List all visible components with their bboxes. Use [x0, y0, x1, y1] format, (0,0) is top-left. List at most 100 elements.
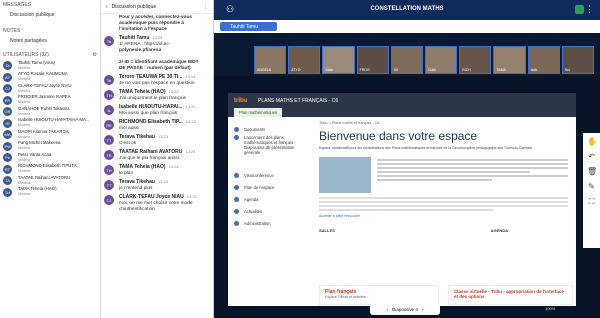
- messages-section-title: MESSAGES: [3, 2, 32, 8]
- user-list-item[interactable]: PR FROGIER Jasmine RAPEA Modéra: [0, 95, 100, 107]
- message-body: TAATAE Raihani AVATORU 13:24 J'ai que le p…: [119, 149, 195, 162]
- webcam-tile[interactable]: Clark: [425, 46, 458, 74]
- webcam-tile[interactable]: FROG: [356, 46, 389, 74]
- site-nav-item[interactable]: Actualités: [230, 205, 310, 217]
- user-text: ATYO Rosalie KAUMUNA Modéra: [18, 72, 68, 82]
- webcam-tile[interactable]: RICH: [459, 46, 492, 74]
- avatar: TR: [104, 150, 114, 160]
- user-text: TAMA Teheia (HAO) Modéra: [18, 187, 57, 197]
- avatar: TH: [104, 90, 114, 100]
- connection-icon: [575, 5, 584, 14]
- text-line: [377, 178, 492, 181]
- webcam-tile[interactable]: Nui: [561, 46, 595, 74]
- message-body: Isabelle HUIOUTU-HAPAI... 13:22 Moi aussi …: [119, 104, 196, 117]
- agenda-card[interactable]: Classe virtuelle - Tribu - appropriation…: [448, 285, 573, 305]
- message-author: CLARK-TEFAU Joyce NIAU: [119, 194, 184, 200]
- message-author: RICHMOND Elisabeth TIP...: [119, 119, 183, 125]
- more-icon[interactable]: ⋮: [203, 4, 208, 10]
- user-list-item[interactable]: TH TAMA Teheia (HAO) Modéra: [0, 187, 100, 199]
- public-chat-item[interactable]: Discussion publique: [0, 10, 100, 20]
- message-header: TAATAE Raihani AVATORU 13:24: [119, 149, 195, 156]
- user-list-item[interactable]: CJ CLARK-TEFAU Joyce NIAU Modéra: [0, 83, 100, 95]
- resource-link[interactable]: Accéder à cette ressource: [319, 214, 568, 218]
- message-text: J'ai uniquement le plan français: [119, 96, 187, 101]
- user-list-item[interactable]: TA TAATAE Raihani AVATORU Modéra: [0, 175, 100, 187]
- message-header: Terava Tikehau 13:23: [119, 134, 168, 141]
- webcam-tile[interactable]: Alain: [322, 46, 355, 74]
- webcam-tile[interactable]: ANGELA: [254, 46, 287, 74]
- user-list-item[interactable]: Pe Peter Vanta Acaa Modéra: [0, 152, 100, 164]
- webcam-tile[interactable]: TAMA: [493, 46, 526, 74]
- nav-label: Plan de l'espace: [244, 184, 275, 190]
- message-text: J'ai que le pla français aussi: [119, 156, 179, 161]
- user-list-item[interactable]: PM Pang Michel Makeena Modéra: [0, 141, 100, 153]
- prev-slide-icon[interactable]: ‹: [387, 307, 389, 312]
- avatar: TT: [104, 135, 114, 145]
- content-block: [319, 156, 568, 193]
- message-body: TAMA Teheia (HAO) 13:22 J'ai uniquement le…: [119, 89, 186, 102]
- message-body: Terava Tikehau 13:23 C'est ok: [119, 134, 168, 147]
- nav-label: Documents: [244, 126, 266, 132]
- shared-notes-item[interactable]: Notes partagées: [0, 36, 100, 46]
- message-author: Isabelle HUIOUTU-HAPAI...: [119, 104, 183, 110]
- site-nav-item[interactable]: Lancement des plans mathématiques et fra…: [230, 135, 310, 169]
- tab-plan-math[interactable]: Plan mathématiques: [234, 108, 283, 117]
- site-nav-item[interactable]: Agenda: [230, 193, 310, 205]
- webcam-label: ANGELA: [257, 68, 272, 72]
- user-list-item[interactable]: MA MAOPI Alamoa TAKAROA Modéra: [0, 129, 100, 141]
- message-time: 13:23: [157, 134, 168, 139]
- webcam-label: FROG: [359, 68, 370, 72]
- site-nav-item[interactable]: Visioconférence: [230, 169, 310, 181]
- webcam-strip: ANGELA ATYO Alain FROG Sit Clark RICH TAMA Isab N…: [214, 33, 600, 76]
- more-icon[interactable]: ⋮: [585, 4, 594, 15]
- message-text: d'authentification: [119, 207, 155, 212]
- annotation-rail: ✋ ↶ 🗑 ✎ ⛶: [583, 133, 600, 248]
- message-author: TAMA Teheia (HAO): [119, 89, 166, 95]
- back-arrow-icon[interactable]: ‹: [106, 4, 108, 10]
- next-slide-icon[interactable]: ›: [422, 307, 424, 312]
- trash-icon[interactable]: 🗑: [587, 167, 597, 176]
- fullscreen-icon[interactable]: ⛶: [587, 197, 596, 206]
- chat-message: Pour y accéder, connectez-vous académique…: [101, 14, 213, 34]
- webcam-tile[interactable]: Isab: [527, 46, 560, 74]
- user-role: Modéra: [18, 123, 31, 128]
- chat-messages: Pour y accéder, connectez-vous académique…: [101, 14, 213, 214]
- text-line: [377, 166, 568, 169]
- avatar: TT: [104, 180, 114, 190]
- rooms-label: SALLES: [319, 227, 335, 233]
- undo-icon[interactable]: ↶: [587, 152, 596, 161]
- user-list-item[interactable]: GR GANAHOE Rohiti Tokarara Modéra: [0, 106, 100, 118]
- webcam-label: RICH: [462, 68, 471, 72]
- user-list-item[interactable]: Ta Tauhiti Tamu (vous) Modéra: [0, 60, 100, 72]
- content-text: [377, 157, 568, 193]
- message-header: Tauhiti Tamu 13:09: [119, 35, 199, 42]
- breadcrumb: Tribu > Plans maths et français - C6: [319, 121, 380, 125]
- message-header: Terava Tikehau 13:24: [119, 179, 168, 186]
- webcam-tile[interactable]: ATYO: [288, 46, 321, 74]
- section-labels: SALLES AGENDA: [319, 228, 568, 233]
- message-author: Terava Tikehau: [119, 134, 155, 140]
- message-time: 13:24: [157, 179, 168, 184]
- avatar: RE: [104, 120, 114, 130]
- webcam-tile[interactable]: Sit: [390, 46, 424, 74]
- room-card[interactable]: Plan français Espace Tributs et activité…: [319, 285, 439, 305]
- user-list-item[interactable]: RT RICHMOND Elisabeth TIPUTA Modéra: [0, 164, 100, 176]
- chat-message: RE RICHMOND Elisabeth TIP... 13:22 moi auss…: [101, 118, 213, 133]
- pen-icon[interactable]: ✎: [587, 182, 596, 191]
- text-line: [377, 162, 568, 165]
- hand-icon[interactable]: ✋: [587, 137, 597, 146]
- site-nav-item[interactable]: Administration: [230, 217, 310, 229]
- message-time: 13:24: [185, 149, 196, 154]
- message-body: Terava Tikehau 13:24 je n'entend plus: [119, 179, 168, 192]
- site-nav-item[interactable]: Documents: [230, 123, 310, 135]
- user-list-item[interactable]: IH Isabelle HUIOUTU-HAPATAIHA MA... Modéra: [0, 118, 100, 130]
- avatar: Is: [104, 105, 114, 115]
- message-header: TAMA Teheia (HAO) 13:22: [119, 89, 186, 96]
- message-author: Terava Tikehau: [119, 179, 155, 185]
- slide-selector[interactable]: Diapositive 4: [392, 307, 418, 312]
- chat-header: ‹ Discussion publique ⋮: [101, 0, 213, 14]
- user-list-item[interactable]: AT ATYO Rosalie KAUMUNA Modéra: [0, 72, 100, 84]
- gear-icon[interactable]: ⚙: [93, 52, 97, 58]
- message-time: 13:25: [186, 194, 197, 199]
- site-nav-item[interactable]: Plan de l'espace: [230, 181, 310, 193]
